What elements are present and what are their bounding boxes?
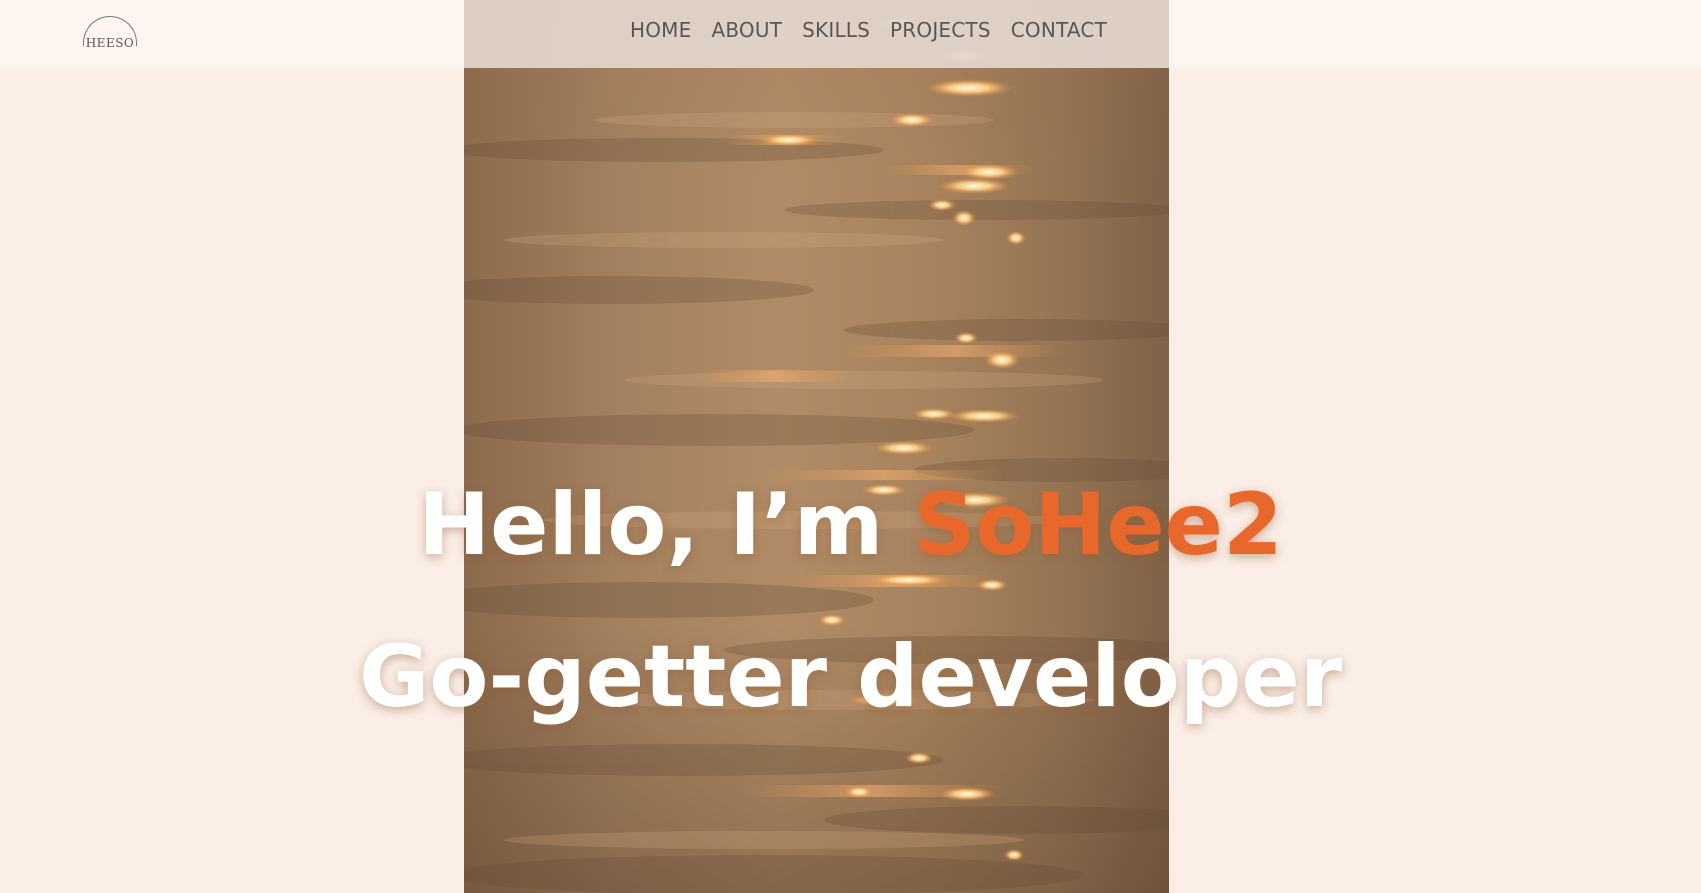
- logo-text: HEESO: [85, 36, 135, 50]
- nav-item-contact[interactable]: CONTACT: [1011, 18, 1107, 42]
- hero-name: SoHee2: [913, 475, 1283, 575]
- nav-item-home[interactable]: HOME: [630, 18, 691, 42]
- hero-greeting-text: Hello, I’m: [418, 475, 914, 575]
- hero-background-image: [464, 0, 1169, 893]
- page: HEESO HOME ABOUT SKILLS PROJECTS CONTACT…: [0, 0, 1701, 893]
- main-nav: HOME ABOUT SKILLS PROJECTS CONTACT: [630, 18, 1107, 42]
- hero-tagline: Go-getter developer: [358, 627, 1343, 727]
- nav-item-projects[interactable]: PROJECTS: [890, 18, 991, 42]
- site-header: HEESO HOME ABOUT SKILLS PROJECTS CONTACT: [0, 0, 1701, 68]
- site-logo[interactable]: HEESO: [80, 14, 140, 54]
- nav-item-about[interactable]: ABOUT: [711, 18, 782, 42]
- hero-greeting: Hello, I’m SoHee2: [0, 470, 1701, 580]
- nav-item-skills[interactable]: SKILLS: [802, 18, 870, 42]
